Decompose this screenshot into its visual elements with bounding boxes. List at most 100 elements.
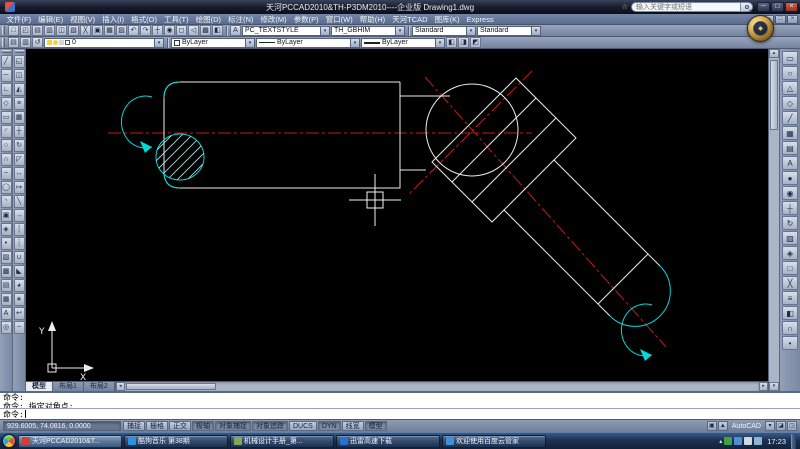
redo-icon[interactable]: ↷ [140, 25, 151, 36]
table-style-combo[interactable]: Standard ▾ [412, 25, 476, 36]
cut-icon[interactable]: ╳ [80, 25, 91, 36]
toggle-lwt[interactable]: 线宽 [341, 421, 364, 431]
menu-express[interactable]: Express [463, 14, 497, 24]
vertical-scrollbar[interactable]: ▴ ▾ [768, 49, 779, 391]
chevron-down-icon[interactable]: ▾ [154, 38, 163, 47]
command-input-line[interactable]: 命令: [0, 408, 800, 419]
taskbar-item-pccad[interactable]: 天河PCCAD2010&T... [18, 434, 122, 448]
plot-icon[interactable]: ▥ [44, 25, 55, 36]
break-at-point-icon[interactable]: ┆ [13, 223, 25, 236]
maximize-button[interactable]: □ [771, 2, 784, 12]
right-tool-10-icon[interactable]: ◉ [782, 186, 798, 200]
ellipse-arc-icon[interactable]: ◝ [0, 195, 12, 208]
tab-model[interactable]: 模型 [26, 382, 53, 391]
right-tool-17-icon[interactable]: ≡ [782, 291, 798, 305]
right-tool-7-icon[interactable]: ▤ [782, 141, 798, 155]
right-tool-5-icon[interactable]: ╱ [782, 111, 798, 125]
copy-icon[interactable]: ▣ [92, 25, 103, 36]
right-tool-18-icon[interactable]: ◧ [782, 306, 798, 320]
mdi-restore-button[interactable]: □ [775, 15, 786, 24]
construction-line-icon[interactable]: ─ [0, 69, 12, 82]
right-tool-6-icon[interactable]: ▦ [782, 126, 798, 140]
chevron-down-icon[interactable]: ▾ [531, 26, 540, 35]
right-tool-16-icon[interactable]: ╳ [782, 276, 798, 290]
rectangle-icon[interactable]: ▭ [0, 111, 12, 124]
toggle-model[interactable]: 模型 [364, 421, 387, 431]
menu-file[interactable]: 文件(F) [3, 14, 35, 24]
toolbar-grip[interactable] [14, 50, 24, 53]
spline-icon[interactable]: ~ [0, 167, 12, 180]
tray-expand-icon[interactable]: ▴ [719, 438, 722, 445]
scroll-right-icon[interactable]: ▸ [759, 382, 768, 391]
donut-icon[interactable]: ◎ [0, 321, 12, 334]
mirror-icon[interactable]: ◭ [13, 83, 25, 96]
tab-layout1[interactable]: 布局1 [53, 382, 84, 391]
menu-view[interactable]: 视图(V) [67, 14, 99, 24]
mleader-style-combo[interactable]: Standard ▾ [477, 25, 541, 36]
vertical-scroll-track[interactable] [769, 58, 779, 382]
copy-object-icon[interactable]: ◫ [13, 69, 25, 82]
point-icon[interactable]: • [0, 237, 12, 250]
right-tool-11-icon[interactable]: ┼ [782, 201, 798, 215]
open-icon[interactable]: ◰ [20, 25, 31, 36]
toolbar-lock-icon[interactable]: ◪ [776, 421, 786, 431]
plot-preview-icon[interactable]: ◫ [56, 25, 67, 36]
toggle-snap[interactable]: 捕捉 [123, 421, 145, 431]
tray-safety-icon[interactable] [724, 437, 733, 445]
scroll-up-icon[interactable]: ▴ [769, 49, 779, 58]
arc-icon[interactable]: ◜ [0, 125, 12, 138]
rotate-icon[interactable]: ↻ [13, 139, 25, 152]
right-tool-14-icon[interactable]: ◈ [782, 246, 798, 260]
menu-help[interactable]: 帮助(H) [356, 14, 388, 24]
chevron-down-icon[interactable]: ▾ [395, 26, 404, 35]
make-object-layer-icon[interactable]: ◧ [446, 37, 457, 48]
insert-block-icon[interactable]: ▣ [0, 209, 12, 222]
reverse-icon[interactable]: ↩ [13, 307, 25, 320]
layer-previous-icon[interactable]: ↺ [32, 37, 43, 48]
layer-isolate-icon[interactable]: ◨ [458, 37, 469, 48]
tray-cloud-icon[interactable] [734, 437, 743, 445]
horizontal-scroll-thumb[interactable] [125, 383, 216, 390]
designcenter-icon[interactable]: ◧ [212, 25, 223, 36]
clean-screen-icon[interactable]: ◳ [787, 421, 797, 431]
workspace-menu-icon[interactable]: ▾ [765, 421, 775, 431]
annotation-scale-icon[interactable]: ▲ [717, 421, 728, 431]
revision-cloud-icon[interactable]: ∩ [0, 153, 12, 166]
layer-off-icon[interactable]: ◩ [470, 37, 481, 48]
command-window[interactable]: 命令: 命令: 指定对角点: 命令: [0, 391, 800, 419]
right-tool-1-icon[interactable]: ▭ [782, 51, 798, 65]
menu-window[interactable]: 窗口(W) [322, 14, 356, 24]
chevron-down-icon[interactable]: ▾ [350, 38, 359, 47]
lineweight-combo[interactable]: ByLayer ▾ [361, 37, 445, 48]
layer-properties-icon[interactable]: ▤ [8, 37, 19, 48]
new-icon[interactable]: □ [8, 25, 19, 36]
text-style-combo[interactable]: PC_TEXTSTYLE ▾ [242, 25, 330, 36]
text-style-icon[interactable]: A [230, 25, 241, 36]
zoom-previous-icon[interactable]: ◁ [188, 25, 199, 36]
circle-icon[interactable]: ○ [0, 139, 12, 152]
toolbar-grip[interactable] [2, 26, 5, 35]
show-desktop-button[interactable] [791, 433, 796, 449]
taskbar-item-kugou[interactable]: 酷狗音乐 第38期 [124, 434, 228, 448]
search-icon[interactable] [741, 2, 753, 12]
right-tool-15-icon[interactable]: □ [782, 261, 798, 275]
make-block-icon[interactable]: ◈ [0, 223, 12, 236]
hatch-icon[interactable]: ▨ [0, 251, 12, 264]
toggle-ducs[interactable]: DUCS [289, 421, 317, 431]
menu-insert[interactable]: 插入(I) [99, 14, 128, 24]
polygon-icon[interactable]: ◇ [0, 97, 12, 110]
chevron-down-icon[interactable]: ▾ [320, 26, 329, 35]
menu-tianhe-tcad[interactable]: 天河TCAD [389, 14, 431, 24]
ellipse-icon[interactable]: ◯ [0, 181, 12, 194]
save-icon[interactable]: ▤ [32, 25, 43, 36]
trim-icon[interactable]: ╲ [13, 195, 25, 208]
move-icon[interactable]: ┼ [13, 125, 25, 138]
properties-icon[interactable]: ▩ [200, 25, 211, 36]
toolbar-grip[interactable] [2, 38, 5, 47]
publish-icon[interactable]: ▧ [68, 25, 79, 36]
toggle-ortho[interactable]: 正交 [169, 421, 191, 431]
zoom-window-icon[interactable]: ◻ [176, 25, 187, 36]
menu-format[interactable]: 格式(O) [128, 14, 161, 24]
taskbar-item-manual[interactable]: 机械设计手册_第... [230, 434, 334, 448]
undo-icon[interactable]: ↶ [128, 25, 139, 36]
